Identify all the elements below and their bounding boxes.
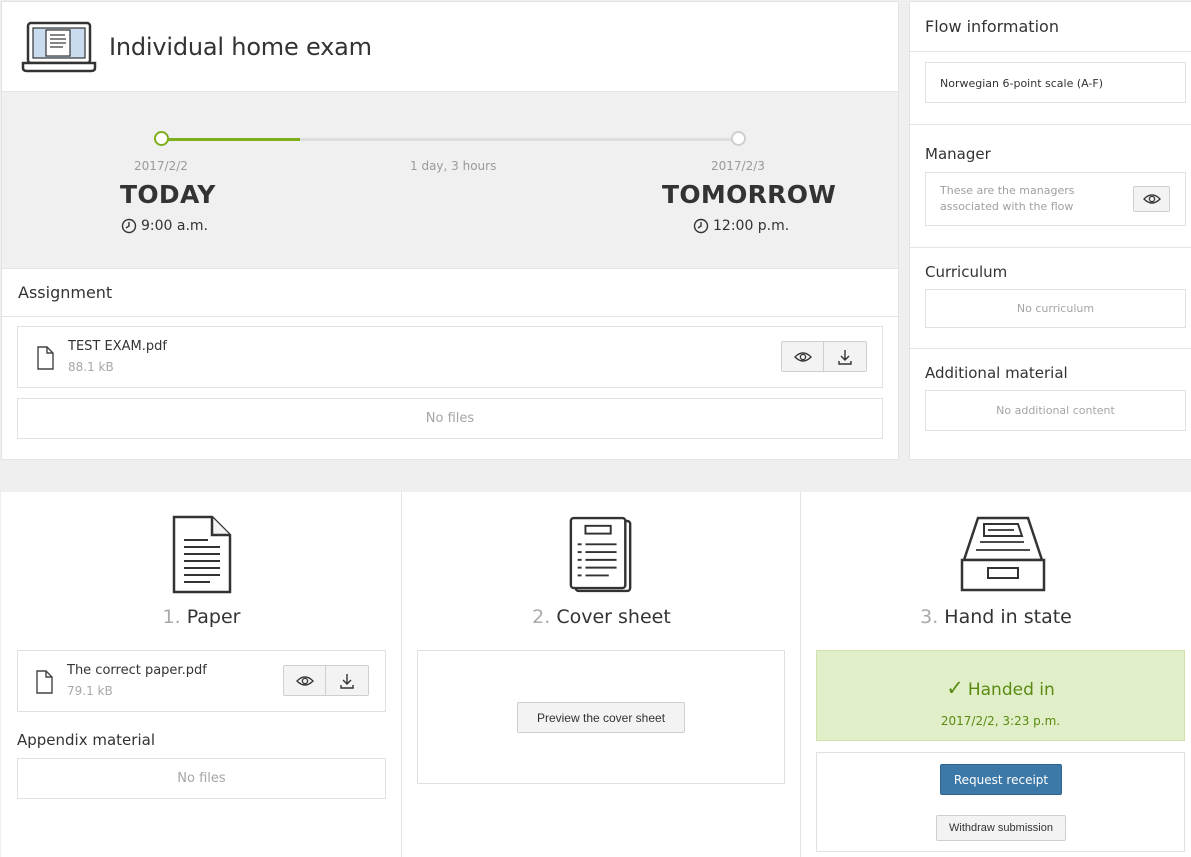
exam-card: Individual home exam 2017/2/2 1 day, 3 h…	[1, 1, 899, 460]
cover-sheet-icon	[569, 516, 632, 593]
request-receipt-button[interactable]: Request receipt	[940, 764, 1062, 795]
assignment-empty: No files	[17, 398, 883, 439]
file-name[interactable]: The correct paper.pdf	[67, 663, 207, 678]
manager-box: These are the managers associated with t…	[925, 172, 1186, 226]
manager-section: Manager These are the managers associate…	[910, 125, 1191, 248]
handed-in-panel: ✓ Handed in 2017/2/2, 3:23 p.m.	[816, 650, 1185, 741]
checkmark-icon: ✓	[946, 676, 964, 700]
exam-header: Individual home exam	[2, 2, 898, 92]
laptop-icon	[21, 21, 97, 72]
page-title: Individual home exam	[109, 32, 372, 61]
file-icon	[37, 346, 54, 370]
file-size: 79.1 kB	[67, 684, 113, 698]
file-actions	[781, 341, 867, 372]
step-number: 3.	[920, 606, 939, 628]
additional-heading: Additional material	[925, 364, 1068, 382]
start-time: 9:00 a.m.	[121, 218, 208, 234]
start-time-text: 9:00 a.m.	[141, 218, 209, 234]
cover-preview-box: Preview the cover sheet	[417, 650, 785, 784]
inbox-tray-icon	[960, 516, 1046, 592]
preview-button[interactable]	[283, 665, 326, 696]
curriculum-section: Curriculum No curriculum	[910, 248, 1191, 349]
file-size: 88.1 kB	[68, 360, 114, 374]
download-icon	[838, 349, 852, 365]
view-managers-button[interactable]	[1133, 186, 1170, 212]
preview-button[interactable]	[781, 341, 824, 372]
additional-section: Additional material No additional conten…	[910, 349, 1191, 459]
withdraw-submission-button[interactable]: Withdraw submission	[936, 815, 1066, 841]
clock-icon	[693, 218, 709, 234]
start-dot	[154, 131, 169, 146]
exam-timeline: 2017/2/2 1 day, 3 hours 2017/2/3 TODAY T…	[2, 92, 898, 269]
clock-icon	[121, 218, 137, 234]
end-label: TOMORROW	[662, 180, 837, 209]
download-button[interactable]	[326, 665, 369, 696]
duration-label: 1 day, 3 hours	[410, 159, 497, 173]
start-label: TODAY	[120, 180, 216, 209]
end-date: 2017/2/3	[711, 159, 765, 173]
appendix-heading: Appendix material	[17, 731, 155, 749]
flow-info-heading: Flow information	[925, 17, 1059, 36]
curriculum-heading: Curriculum	[925, 263, 1008, 281]
assignment-file: TEST EXAM.pdf 88.1 kB	[17, 326, 883, 388]
end-time-text: 12:00 p.m.	[713, 218, 790, 234]
step-title: Hand in state	[944, 606, 1072, 628]
handin-title: 3. Hand in state	[801, 606, 1191, 628]
appendix-empty: No files	[17, 758, 386, 799]
handed-in-timestamp: 2017/2/2, 3:23 p.m.	[940, 714, 1061, 728]
additional-box: No additional content	[925, 390, 1186, 431]
status-text: Handed in	[967, 680, 1055, 700]
file-name[interactable]: TEST EXAM.pdf	[68, 339, 167, 354]
paper-file: The correct paper.pdf 79.1 kB	[17, 650, 386, 712]
step-title: Cover sheet	[556, 606, 671, 628]
eye-icon	[793, 351, 812, 362]
file-icon	[36, 670, 53, 694]
step-number: 2.	[532, 606, 551, 628]
eye-icon	[295, 675, 314, 686]
timeline-progress	[162, 138, 301, 141]
receipt-box: Request receipt Withdraw submission	[816, 752, 1185, 852]
handed-in-status: ✓ Handed in	[817, 676, 1184, 700]
flow-divider	[910, 51, 1191, 52]
flow-info-panel: Flow information Norwegian 6-point scale…	[909, 1, 1191, 460]
start-date: 2017/2/2	[134, 159, 188, 173]
curriculum-box: No curriculum	[925, 289, 1186, 328]
download-icon	[340, 673, 354, 689]
document-icon	[172, 515, 232, 594]
manager-text: These are the managers associated with t…	[940, 184, 1075, 213]
manager-heading: Manager	[925, 145, 991, 163]
eye-icon	[1142, 194, 1161, 204]
end-time: 12:00 p.m.	[693, 218, 789, 234]
step-title: Paper	[186, 606, 241, 628]
file-actions	[283, 665, 369, 696]
grade-scale: Norwegian 6-point scale (A-F)	[925, 62, 1186, 103]
end-dot	[731, 131, 746, 146]
assignment-heading: Assignment	[2, 269, 898, 317]
flow-info-section: Flow information Norwegian 6-point scale…	[910, 2, 1191, 125]
cover-title: 2. Cover sheet	[402, 606, 801, 628]
step-number: 1.	[162, 606, 181, 628]
preview-cover-button[interactable]: Preview the cover sheet	[517, 702, 685, 733]
paper-title: 1. Paper	[1, 606, 402, 628]
download-button[interactable]	[824, 341, 867, 372]
